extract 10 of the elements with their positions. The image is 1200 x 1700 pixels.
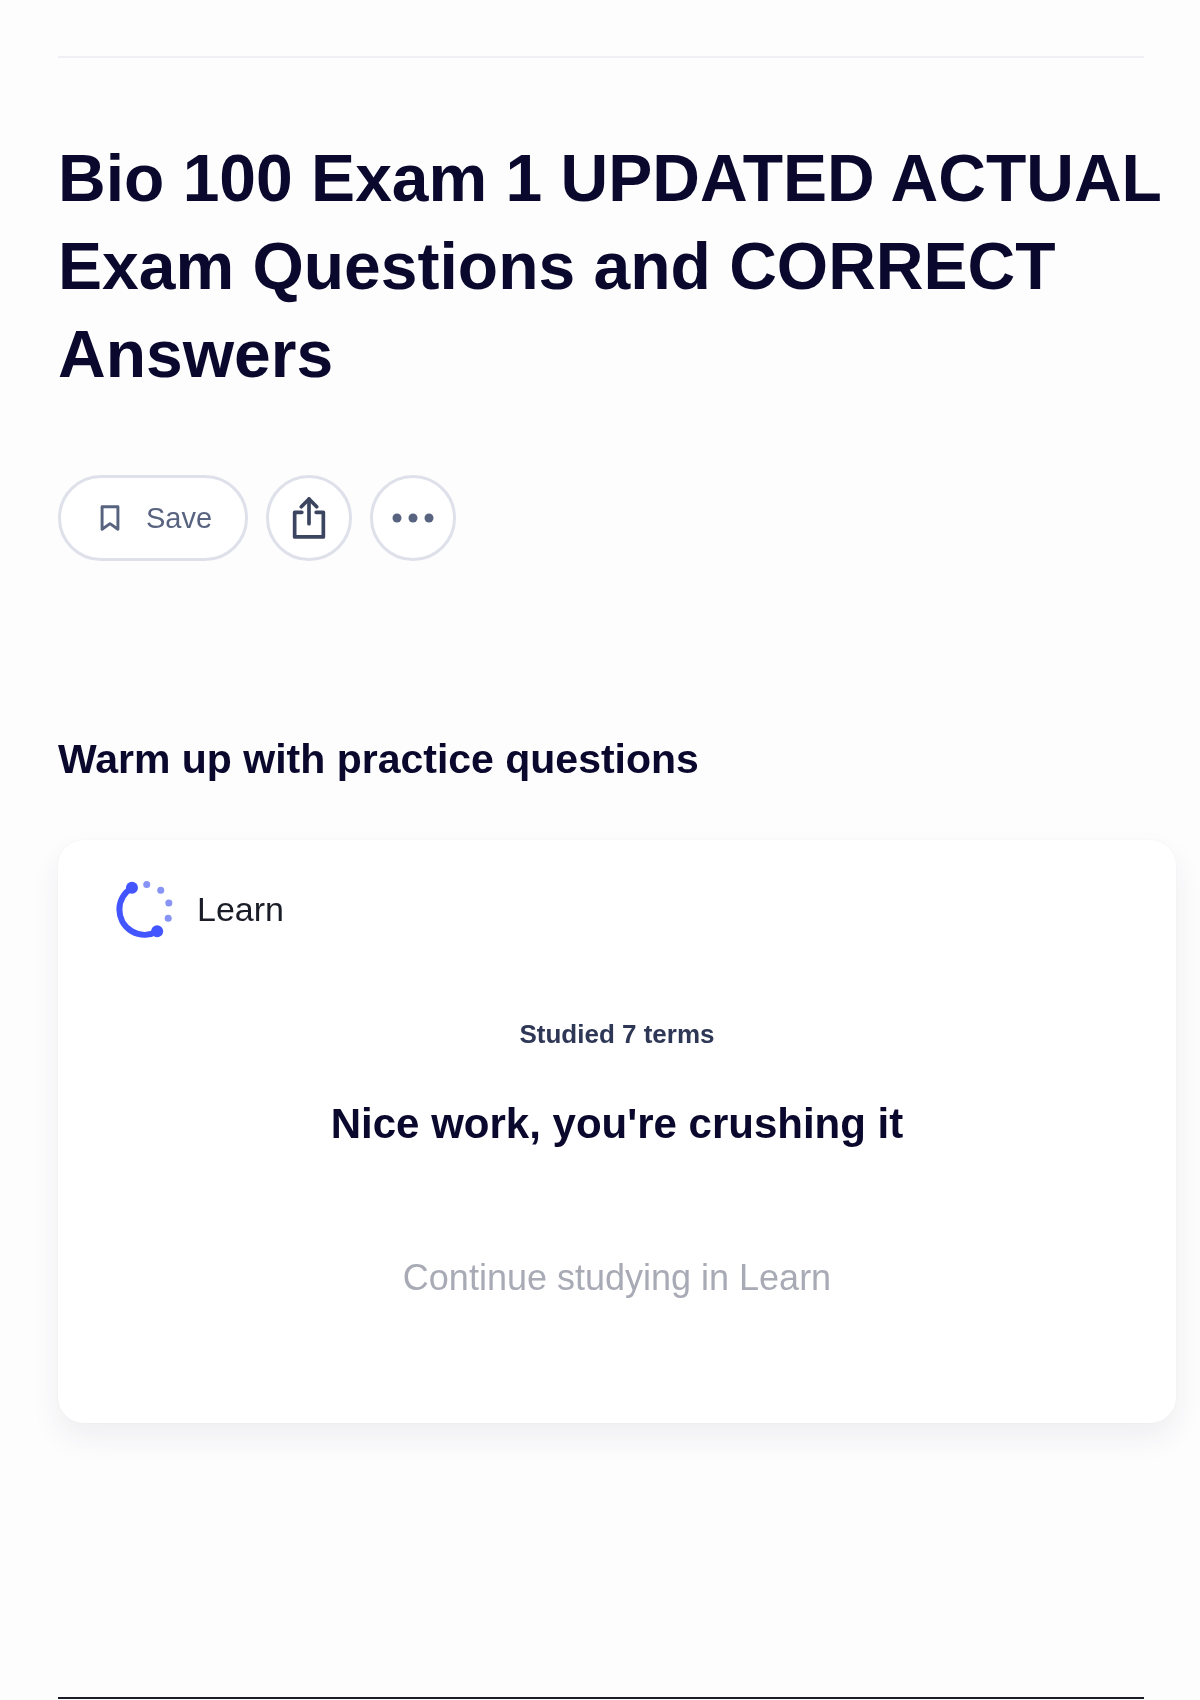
mode-title: Learn bbox=[197, 889, 284, 929]
section-heading: Warm up with practice questions bbox=[58, 735, 700, 783]
encouragement-text: Nice work, you're crushing it bbox=[330, 1099, 904, 1149]
ellipsis-icon bbox=[392, 513, 434, 523]
progress-text: Studied 7 terms bbox=[519, 1019, 715, 1049]
share-icon bbox=[292, 497, 326, 539]
page-title: Bio 100 Exam 1 UPDATED ACTUAL Exam Questions and CORRECT Answers bbox=[58, 140, 1162, 393]
save-button[interactable]: Save bbox=[58, 475, 248, 561]
dotted-arc-icon bbox=[115, 880, 173, 938]
bookmark-icon bbox=[100, 505, 120, 531]
